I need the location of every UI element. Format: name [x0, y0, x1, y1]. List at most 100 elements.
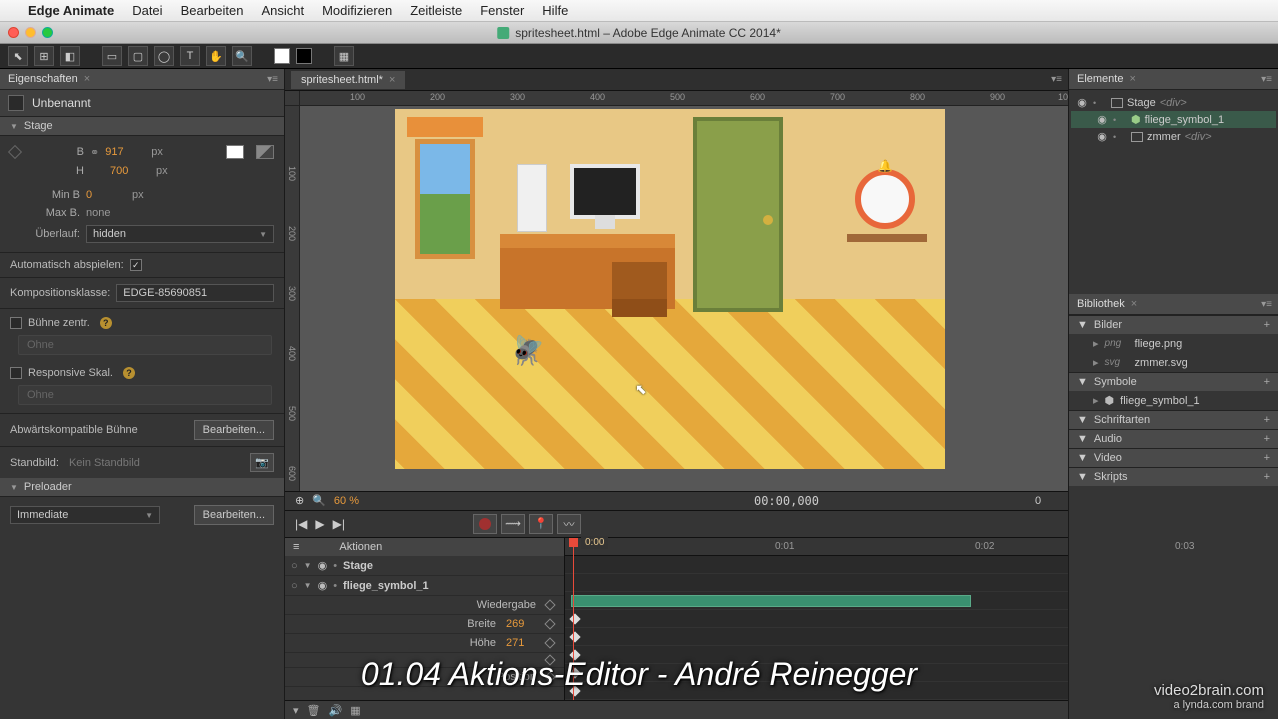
triangle-icon[interactable]: ▼ — [304, 581, 312, 590]
prop-value[interactable]: 271 — [506, 637, 536, 649]
menu-hilfe[interactable]: Hilfe — [542, 3, 568, 18]
add-icon[interactable]: + — [1264, 452, 1270, 464]
centerstage-checkbox[interactable] — [10, 317, 22, 329]
menu-ansicht[interactable]: Ansicht — [261, 3, 304, 18]
time-ruler[interactable]: 0:01 0:02 0:03 — [565, 538, 1068, 556]
keyframe-btn[interactable] — [544, 600, 555, 611]
keyframe[interactable] — [569, 686, 580, 697]
lock-icon[interactable]: • — [1113, 115, 1127, 125]
goto-start-button[interactable]: |◀ — [295, 517, 307, 531]
filter-icon[interactable]: ▾ — [293, 704, 299, 717]
keyframe-btn[interactable] — [544, 655, 555, 666]
overflow-dropdown[interactable]: hidden ▼ — [86, 225, 274, 243]
keyframe[interactable] — [569, 668, 580, 679]
stage-canvas[interactable]: 🪰 — [395, 109, 945, 469]
zoom-value[interactable]: 60 % — [334, 495, 359, 507]
timecode-display[interactable]: 00:00,000 — [565, 494, 1008, 508]
track-stage[interactable] — [565, 574, 1068, 592]
prop-value[interactable]: 269 — [506, 618, 536, 630]
bg-color-swatch[interactable] — [226, 145, 244, 159]
elements-menu-icon[interactable]: ▾≡ — [1261, 74, 1272, 85]
text-tool[interactable]: T — [180, 46, 200, 66]
fly-sprite[interactable]: 🪰 — [510, 334, 545, 367]
doc-tabs-menu-icon[interactable]: ▾≡ — [1051, 74, 1062, 85]
prop-blank[interactable] — [285, 653, 564, 668]
document-tab[interactable]: spritesheet.html* × — [291, 71, 405, 89]
library-close-icon[interactable]: × — [1131, 298, 1137, 310]
auto-keyframe-button[interactable] — [473, 514, 497, 534]
prop-position[interactable]: Position — [285, 668, 564, 687]
preloader-edit-button[interactable]: Bearbeiten... — [194, 505, 274, 525]
visibility-icon[interactable]: ◉ — [1095, 113, 1109, 126]
keyframe[interactable] — [569, 614, 580, 625]
lib-section-audio[interactable]: ▼ Audio + — [1069, 429, 1278, 448]
library-menu-icon[interactable]: ▾≡ — [1261, 299, 1272, 310]
width-value[interactable]: 917 — [105, 146, 145, 158]
layer-stage[interactable]: ○ ▼ ◉ • Stage — [285, 556, 564, 576]
prop-wiedergabe[interactable]: Wiedergabe — [285, 596, 564, 615]
play-button[interactable]: ▶ — [315, 517, 324, 531]
track-prop2[interactable] — [565, 628, 1068, 646]
zoom-tool[interactable]: 🔍 — [232, 46, 252, 66]
keyframe-icon[interactable] — [8, 145, 22, 159]
lock-icon[interactable]: • — [333, 580, 337, 592]
stroke-swatch[interactable] — [296, 48, 312, 64]
clip-tool[interactable]: ◧ — [60, 46, 80, 66]
menu-datei[interactable]: Datei — [132, 3, 162, 18]
autoplay-checkbox[interactable] — [130, 259, 142, 271]
layout-tool[interactable]: ▦ — [334, 46, 354, 66]
add-icon[interactable]: + — [1264, 433, 1270, 445]
prop-breite[interactable]: Breite 269 — [285, 615, 564, 634]
auto-transition-button[interactable]: ⟿ — [501, 514, 525, 534]
toggle-icon[interactable]: ○ — [291, 560, 298, 572]
eye-icon[interactable]: ◉ — [318, 579, 328, 592]
properties-close-icon[interactable]: × — [84, 73, 90, 85]
elements-close-icon[interactable]: × — [1129, 73, 1135, 85]
element-row-stage[interactable]: ◉ • Stage <div> — [1071, 94, 1276, 111]
element-row-fliege[interactable]: ◉ • ⬢ fliege_symbol_1 — [1071, 111, 1276, 128]
camera-button[interactable]: 📷 — [250, 453, 274, 472]
menu-modifizieren[interactable]: Modifizieren — [322, 3, 392, 18]
lock-icon[interactable]: • — [1093, 98, 1107, 108]
stage-section-header[interactable]: ▼ Stage — [0, 117, 284, 136]
add-icon[interactable]: + — [1264, 376, 1270, 388]
rounded-rect-tool[interactable]: ▢ — [128, 46, 148, 66]
object-name[interactable]: Unbenannt — [32, 96, 91, 110]
hand-tool[interactable]: ✋ — [206, 46, 226, 66]
maxb-value[interactable]: none — [86, 207, 110, 219]
fill-swatch[interactable] — [274, 48, 290, 64]
zoom-icon[interactable]: 🔍 — [312, 494, 326, 507]
track-prop4[interactable] — [565, 664, 1068, 682]
selection-tool[interactable]: ⬉ — [8, 46, 28, 66]
add-icon[interactable]: + — [1264, 414, 1270, 426]
link-icon[interactable]: ⚭ — [90, 146, 99, 159]
info-icon[interactable]: ? — [100, 317, 112, 329]
menu-bearbeiten[interactable]: Bearbeiten — [181, 3, 244, 18]
keyframe[interactable] — [569, 632, 580, 643]
easing-button[interactable]: 〰 — [557, 514, 581, 534]
keyframe-btn[interactable] — [544, 672, 555, 683]
eye-icon[interactable]: ◉ — [318, 559, 328, 572]
filter-icon[interactable]: ≡ — [293, 541, 299, 553]
horizontal-ruler[interactable]: 100 200 300 400 500 600 700 800 900 1000 — [300, 91, 1068, 106]
visibility-icon[interactable]: ◉ — [1075, 96, 1089, 109]
triangle-icon[interactable]: ▼ — [304, 561, 312, 570]
layer-fliege[interactable]: ○ ▼ ◉ • fliege_symbol_1 — [285, 576, 564, 596]
track-bar[interactable] — [571, 595, 971, 607]
goto-end-button[interactable]: ▶| — [333, 517, 345, 531]
track-prop1[interactable] — [565, 610, 1068, 628]
track-prop5[interactable] — [565, 682, 1068, 700]
grid-icon[interactable]: ▦ — [350, 704, 360, 717]
pin-button[interactable]: 📍 — [529, 514, 553, 534]
close-window-button[interactable] — [8, 27, 19, 38]
downlevel-edit-button[interactable]: Bearbeiten... — [194, 420, 274, 440]
toggle-icon[interactable]: ○ — [291, 580, 298, 592]
height-value[interactable]: 700 — [110, 165, 150, 177]
close-tab-icon[interactable]: × — [389, 74, 395, 86]
crosshair-icon[interactable]: ⊕ — [295, 494, 304, 507]
add-icon[interactable]: + — [1264, 471, 1270, 483]
lib-section-video[interactable]: ▼ Video + — [1069, 448, 1278, 467]
lib-section-symbole[interactable]: ▼ Symbole + — [1069, 372, 1278, 391]
playhead[interactable]: 0:00 — [573, 538, 574, 700]
lib-item-zmmer[interactable]: ▸ svg zmmer.svg — [1069, 353, 1278, 372]
